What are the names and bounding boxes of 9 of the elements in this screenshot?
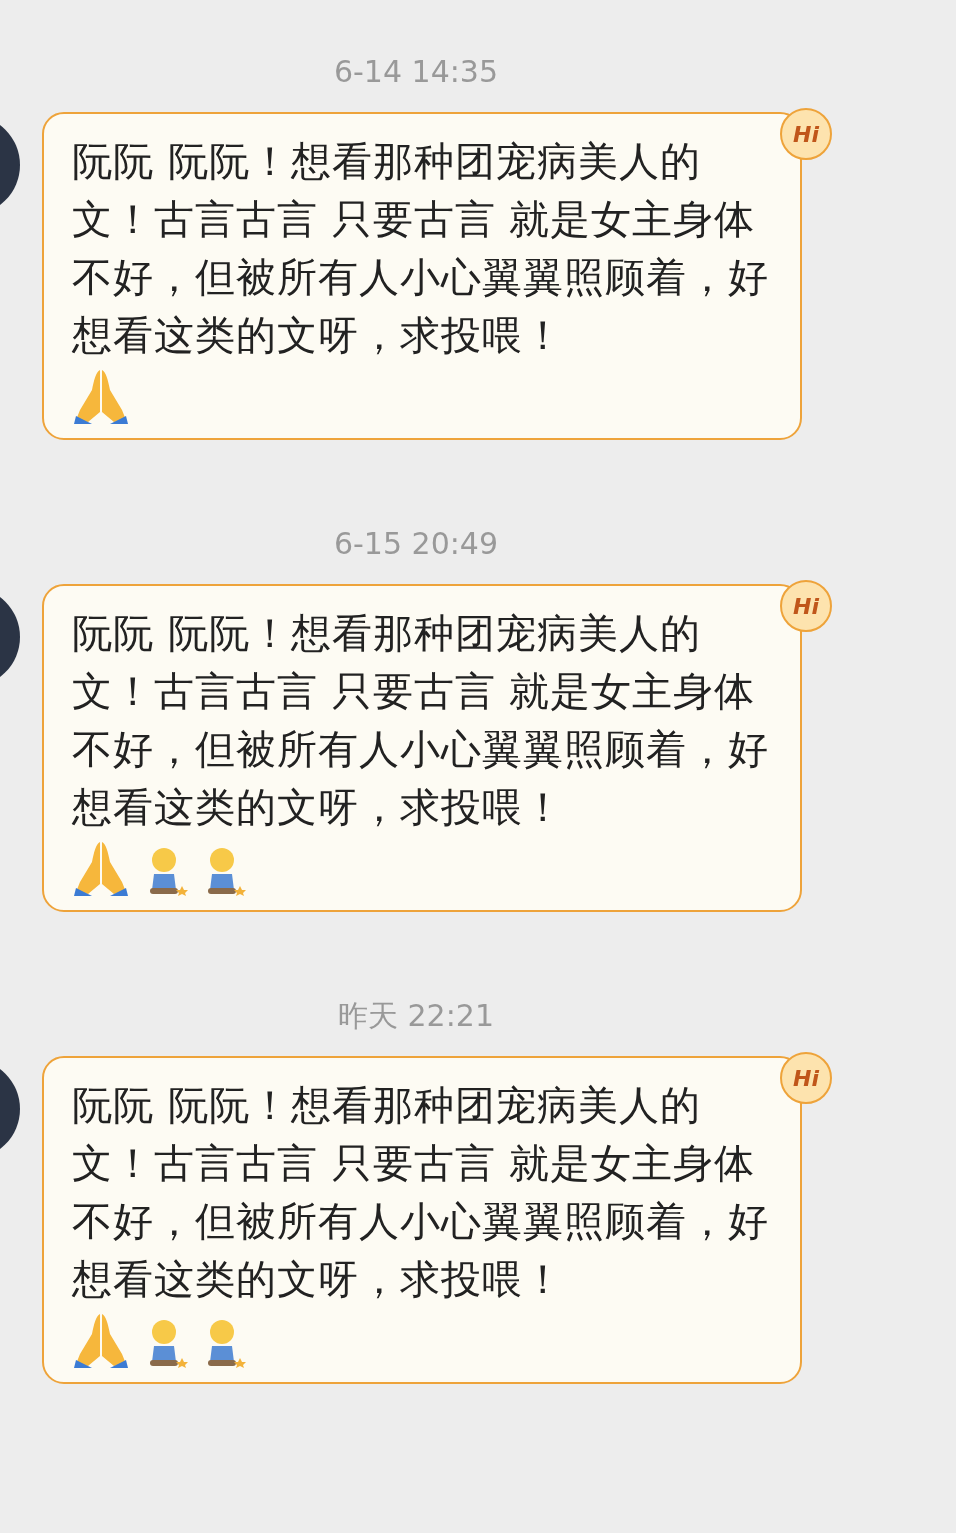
message-text: 阮阮 阮阮！想看那种团宠病美人的文！古言古言 只要古言 就是女主身体不好，但被所有人小心翼翼照顾着，好想看这类的文呀，求投喂！: [72, 609, 770, 832]
message-text: 阮阮 阮阮！想看那种团宠病美人的文！古言古言 只要古言 就是女主身体不好，但被所有人小心翼翼照顾着，好想看这类的文呀，求投喂！: [72, 1081, 770, 1304]
message-text: 阮阮 阮阮！想看那种团宠病美人的文！古言古言 只要古言 就是女主身体不好，但被所有人小心翼翼照顾着，好想看这类的文呀，求投喂！: [72, 137, 770, 360]
timestamp: 昨天 22:21: [338, 997, 494, 1035]
greeting-badge: Hi: [780, 1052, 832, 1104]
greeting-badge: Hi: [780, 580, 832, 632]
timestamp: 6-14 14:35: [333, 53, 499, 91]
greeting-badge: Hi: [780, 108, 832, 160]
timestamp: 6-15 20:49: [333, 525, 499, 563]
